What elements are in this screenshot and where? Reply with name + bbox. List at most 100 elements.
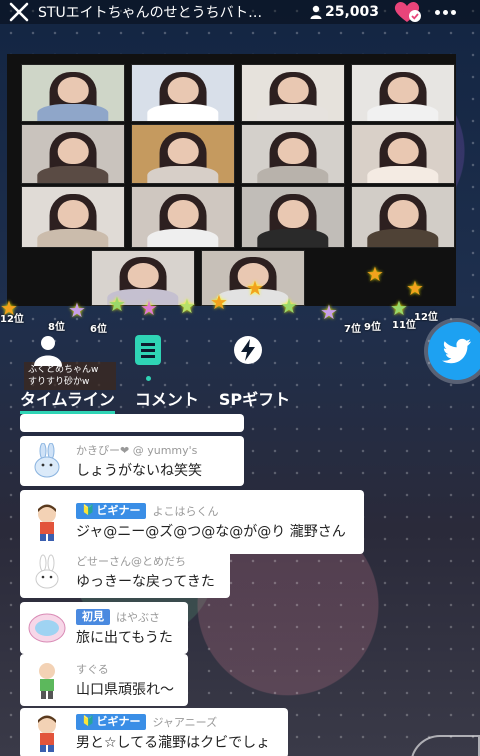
comment-text: しょうがないね笑笑 bbox=[76, 463, 202, 479]
heart-button[interactable] bbox=[393, 0, 425, 24]
video-tile bbox=[351, 64, 455, 122]
user-badge-label: 初見 bbox=[82, 610, 104, 623]
participant-face bbox=[127, 262, 159, 288]
more-dot bbox=[450, 9, 456, 15]
viewer-count-value: 25,003 bbox=[325, 4, 380, 20]
comment-item[interactable]: かきぴー❤ @ yummy's しょうがないね笑笑 bbox=[20, 436, 244, 486]
participant-body bbox=[257, 229, 329, 247]
comment-username[interactable]: すぐる bbox=[76, 661, 109, 677]
video-tile bbox=[351, 124, 455, 184]
comment-meta: かきぴー❤ @ yummy's bbox=[76, 442, 202, 458]
participant-face bbox=[277, 77, 309, 104]
participant-body bbox=[37, 165, 109, 183]
avatar[interactable] bbox=[26, 551, 68, 593]
comment-body: 🔰 ビギナー ジャアニーズ 男と☆してる瀧野はクビでしょ bbox=[76, 714, 270, 752]
more-menu-button[interactable] bbox=[429, 0, 461, 24]
comment-body: 🔰 ビギナー よこはらくん ジャ@ニー@ズ@つ@な@が@り 瀧野さん bbox=[76, 503, 346, 541]
tab-comment[interactable]: コメント bbox=[135, 386, 199, 414]
star-icon: ★ bbox=[320, 300, 338, 324]
rank-label: 8位 bbox=[48, 322, 65, 333]
participant-body bbox=[37, 104, 109, 121]
person-icon bbox=[310, 5, 322, 19]
comment-item[interactable] bbox=[20, 414, 244, 432]
comment-username[interactable]: かきぴー❤ @ yummy's bbox=[76, 442, 197, 458]
comment-text: ジャ@ニー@ズ@つ@な@が@り 瀧野さん bbox=[76, 524, 346, 540]
comment-username[interactable]: どせーさん@とめだち bbox=[76, 553, 186, 569]
avatar[interactable] bbox=[26, 440, 68, 482]
comment-body: どせーさん@とめだち ゆっきーな戻ってきた bbox=[76, 553, 215, 591]
more-dot bbox=[434, 9, 440, 15]
tab-bar: タイムライン コメント SPギフト bbox=[20, 386, 290, 414]
star-icon: ★ bbox=[210, 290, 228, 314]
user-badge: 初見 bbox=[76, 609, 110, 625]
user-badge-label: ビギナー bbox=[96, 504, 141, 517]
comment-text: 旅に出てもうた bbox=[76, 630, 173, 646]
rank-label: 12位 bbox=[414, 312, 438, 323]
avatar[interactable] bbox=[26, 501, 68, 543]
comment-item[interactable]: 初見 はやぶさ 旅に出てもうた bbox=[20, 602, 188, 654]
avatar[interactable] bbox=[26, 607, 68, 649]
comment-username[interactable]: はやぶさ bbox=[116, 609, 160, 625]
star-icon: ★ bbox=[366, 262, 384, 286]
video-player[interactable] bbox=[7, 54, 456, 306]
participant-face bbox=[277, 200, 309, 228]
comment-username[interactable]: よこはらくん bbox=[152, 503, 218, 519]
more-dot bbox=[442, 9, 448, 15]
stream-title: STUエイトちゃんのせとうちバト… bbox=[38, 5, 263, 21]
person-icon[interactable] bbox=[30, 332, 66, 368]
comment-meta: どせーさん@とめだち bbox=[76, 553, 215, 569]
comment-item[interactable]: どせーさん@とめだち ゆっきーな戻ってきた bbox=[20, 546, 230, 598]
comment-username[interactable]: ジャアニーズ bbox=[152, 714, 217, 730]
comment-text: 男と☆してる瀧野はクビでしょ bbox=[76, 735, 271, 751]
tab-sp-gift[interactable]: SPギフト bbox=[219, 386, 290, 414]
participant-face bbox=[167, 137, 199, 165]
participant-face bbox=[387, 200, 419, 228]
participant-face bbox=[167, 200, 199, 228]
participant-face bbox=[57, 137, 89, 165]
participant-face bbox=[387, 137, 419, 165]
beginner-leaf-icon: 🔰 bbox=[82, 716, 95, 727]
video-tile bbox=[131, 186, 235, 248]
participant-face bbox=[167, 77, 199, 104]
tab-icon-bar bbox=[0, 332, 300, 372]
video-tile bbox=[351, 186, 455, 248]
star-icon: ★ bbox=[140, 296, 158, 320]
comment-body: 初見 はやぶさ 旅に出てもうた bbox=[76, 609, 173, 647]
heart-check-icon bbox=[394, 1, 422, 22]
comment-item[interactable]: 🔰 ビギナー よこはらくん ジャ@ニー@ズ@つ@な@が@り 瀧野さん bbox=[20, 490, 364, 554]
video-tile bbox=[131, 124, 235, 184]
user-badge-label: ビギナー bbox=[96, 715, 141, 728]
participant-body bbox=[147, 165, 219, 183]
participant-body bbox=[367, 229, 439, 247]
rank-label: 9位 bbox=[364, 322, 381, 333]
active-tab-indicator bbox=[146, 376, 151, 381]
video-tile bbox=[241, 124, 345, 184]
avatar[interactable] bbox=[26, 659, 68, 701]
rank-label: 7位 bbox=[344, 324, 361, 335]
star-icon: ★ bbox=[280, 294, 298, 318]
comment-meta: 🔰 ビギナー よこはらくん bbox=[76, 503, 346, 519]
twitter-share-button[interactable] bbox=[428, 322, 480, 380]
participant-face bbox=[57, 77, 89, 104]
rank-label: 12位 bbox=[0, 314, 24, 325]
list-icon[interactable] bbox=[130, 332, 166, 368]
tab-timeline[interactable]: タイムライン bbox=[20, 386, 115, 414]
video-tile bbox=[21, 64, 125, 122]
star-icon: ★ bbox=[108, 292, 126, 316]
video-tile bbox=[21, 124, 125, 184]
top-bar: STUエイトちゃんのせとうちバト… 25,003 bbox=[0, 0, 480, 24]
star-icon: ★ bbox=[246, 276, 264, 300]
avatar[interactable] bbox=[26, 712, 68, 754]
beginner-leaf-icon: 🔰 bbox=[82, 505, 95, 516]
comment-item[interactable]: 🔰 ビギナー ジャアニーズ 男と☆してる瀧野はクビでしょ bbox=[20, 708, 288, 756]
participant-face bbox=[57, 200, 89, 228]
participant-body bbox=[367, 165, 439, 183]
lightning-icon[interactable] bbox=[230, 332, 266, 368]
close-icon[interactable] bbox=[0, 0, 38, 24]
comment-text: ゆっきーな戻ってきた bbox=[76, 574, 215, 590]
comment-body: すぐる 山口県頑張れ〜 bbox=[76, 661, 174, 699]
comment-item[interactable]: すぐる 山口県頑張れ〜 bbox=[20, 654, 188, 706]
participant-body bbox=[147, 229, 219, 247]
video-tile bbox=[241, 64, 345, 122]
user-badge: 🔰 ビギナー bbox=[76, 503, 147, 519]
